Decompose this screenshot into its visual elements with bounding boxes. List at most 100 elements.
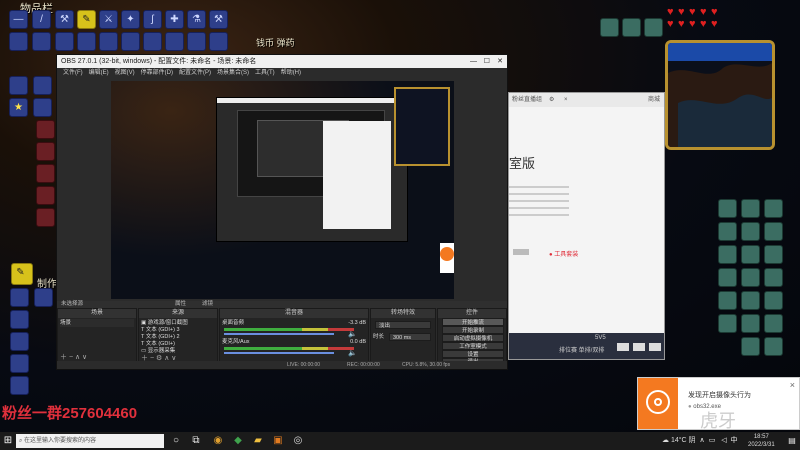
folder-icon[interactable]: ▰ — [252, 435, 264, 447]
hotbar-slot[interactable]: ⚔ — [99, 10, 118, 29]
obs-menu-item[interactable]: 编辑(E) — [89, 70, 109, 76]
hotbar-slot[interactable]: ⚗ — [187, 10, 206, 29]
task-view-icon[interactable]: ○ — [170, 435, 182, 447]
armor-slot[interactable] — [36, 208, 55, 227]
hotbar-slot[interactable]: ⚒ — [55, 10, 74, 29]
inventory-slot[interactable] — [165, 32, 184, 51]
inventory-slot[interactable] — [77, 32, 96, 51]
obs-window[interactable]: OBS 27.0.1 (32-bit, windows) - 配置文件: 未命名… — [56, 54, 508, 370]
obs-menu-item[interactable]: 工具(T) — [255, 70, 275, 76]
inventory-slot[interactable] — [32, 32, 51, 51]
accessory-slot[interactable] — [718, 268, 737, 287]
inventory-slot[interactable] — [187, 32, 206, 51]
inventory-slot[interactable] — [55, 32, 74, 51]
app-label[interactable]: 商城 — [648, 93, 660, 107]
accessory-slot[interactable] — [764, 314, 783, 333]
accessory-slot[interactable] — [741, 245, 760, 264]
panel-link[interactable] — [513, 249, 529, 255]
volume-slider[interactable] — [224, 352, 334, 354]
start-streaming-button[interactable]: 开始推流 — [442, 318, 504, 326]
obs-preview[interactable] — [111, 81, 454, 299]
notification-center-icon[interactable]: ▤ — [786, 435, 798, 447]
source-item[interactable]: ▭ 显示器采集 — [141, 347, 175, 355]
studio-mode-button[interactable]: 工作室模式 — [442, 342, 504, 350]
accessory-slot[interactable] — [741, 291, 760, 310]
ime-indicator[interactable]: 中 — [728, 435, 740, 447]
hotbar-slot[interactable]: ✚ — [165, 10, 184, 29]
settings-button[interactable]: 设置 — [442, 350, 504, 358]
clock[interactable]: 18:57 2022/3/31 — [748, 433, 775, 449]
crafting-slot[interactable] — [10, 310, 29, 329]
accessory-slot[interactable] — [764, 222, 783, 241]
equipment-slot[interactable] — [33, 98, 52, 117]
accessory-slot[interactable] — [764, 268, 783, 287]
obs-titlebar[interactable]: OBS 27.0.1 (32-bit, windows) - 配置文件: 未命名… — [57, 55, 507, 68]
weather[interactable]: ☁ 14°C 阴 — [662, 435, 696, 445]
accessory-slot[interactable] — [718, 199, 737, 218]
crafting-slot-selected[interactable]: ✎ — [11, 263, 33, 285]
equipment-slot[interactable] — [9, 76, 28, 95]
armor-slot[interactable] — [36, 142, 55, 161]
hotbar-slot[interactable]: / — [32, 10, 51, 29]
accessory-slot[interactable] — [764, 291, 783, 310]
taskbar-search[interactable]: ⌕ 在这里输入你要搜索的内容 — [16, 434, 164, 448]
accessory-slot[interactable] — [718, 222, 737, 241]
multitask-icon[interactable]: ⧉ — [190, 435, 202, 447]
hotbar-slot-selected[interactable]: ✎ — [77, 10, 96, 29]
windows-start-icon[interactable]: ⊞ — [2, 435, 14, 447]
accessory-slot[interactable] — [741, 199, 760, 218]
duration-input[interactable]: 300 ms — [389, 333, 431, 341]
crafting-slot[interactable] — [10, 332, 29, 351]
minimize-icon[interactable]: — — [470, 55, 477, 68]
inventory-slot[interactable] — [9, 32, 28, 51]
virtual-camera-button[interactable]: 启动虚拟摄像机 — [442, 334, 504, 342]
settings-icon[interactable]: ⚙ — [549, 93, 554, 107]
accessory-slot[interactable] — [718, 245, 737, 264]
maximize-icon[interactable]: ☐ — [484, 55, 490, 68]
inventory-slot[interactable] — [99, 32, 118, 51]
equipment-slot[interactable] — [33, 76, 52, 95]
minimap[interactable] — [665, 40, 775, 150]
app-icon[interactable]: ▣ — [272, 435, 284, 447]
speaker-icon[interactable]: 🔈 — [348, 349, 357, 357]
hotbar-slot[interactable]: — — [9, 10, 28, 29]
crafting-slot[interactable] — [10, 354, 29, 373]
accessory-slot[interactable] — [764, 337, 783, 356]
obs-menu-item[interactable]: 配置文件(P) — [179, 70, 211, 76]
crafting-slot[interactable] — [10, 288, 29, 307]
crafting-slot[interactable] — [10, 376, 29, 395]
chat-icon[interactable] — [617, 343, 629, 351]
equipment-slot[interactable]: ★ — [9, 98, 28, 117]
crafting-slot[interactable] — [34, 288, 53, 307]
inventory-slot[interactable] — [209, 32, 228, 51]
obs-menu-item[interactable]: 视图(V) — [115, 70, 135, 76]
accessory-slot[interactable] — [741, 222, 760, 241]
accessory-slot[interactable] — [741, 337, 760, 356]
accessory-slot[interactable] — [741, 314, 760, 333]
close-icon[interactable]: × — [564, 93, 568, 107]
transition-select[interactable]: 淡出 — [375, 321, 431, 329]
network-icon[interactable]: ▭ — [706, 435, 718, 447]
obs-menu-item[interactable]: 帮助(H) — [281, 70, 301, 76]
volume-slider[interactable] — [224, 333, 334, 335]
armor-slot[interactable] — [36, 164, 55, 183]
accessory-slot[interactable] — [741, 268, 760, 287]
inventory-slot[interactable] — [121, 32, 140, 51]
browser-panel[interactable]: 粉丝直播组 ⚙ × 商城 室版 ● 工具套装 5V5 排位赛 单排/双排 — [508, 92, 665, 360]
start-recording-button[interactable]: 开始录制 — [442, 326, 504, 334]
scene-item[interactable]: 场景 — [60, 319, 134, 327]
hotbar-slot[interactable]: ʃ — [143, 10, 162, 29]
accessory-slot[interactable] — [764, 199, 783, 218]
app-icon[interactable]: ◆ — [232, 435, 244, 447]
obs-menu-item[interactable]: 场景集合(S) — [217, 70, 249, 76]
app-icon[interactable]: ◉ — [212, 435, 224, 447]
obs-taskbar-icon[interactable]: ◎ — [292, 435, 304, 447]
obs-menu-item[interactable]: 停靠部件(D) — [141, 70, 173, 76]
accessory-slot[interactable] — [718, 314, 737, 333]
panel-button[interactable] — [649, 343, 661, 351]
obs-menu-item[interactable]: 文件(F) — [63, 70, 83, 76]
panel-button[interactable] — [633, 343, 645, 351]
armor-slot[interactable] — [36, 120, 55, 139]
properties-button[interactable]: 属性 — [175, 301, 186, 308]
accessory-slot[interactable] — [764, 245, 783, 264]
